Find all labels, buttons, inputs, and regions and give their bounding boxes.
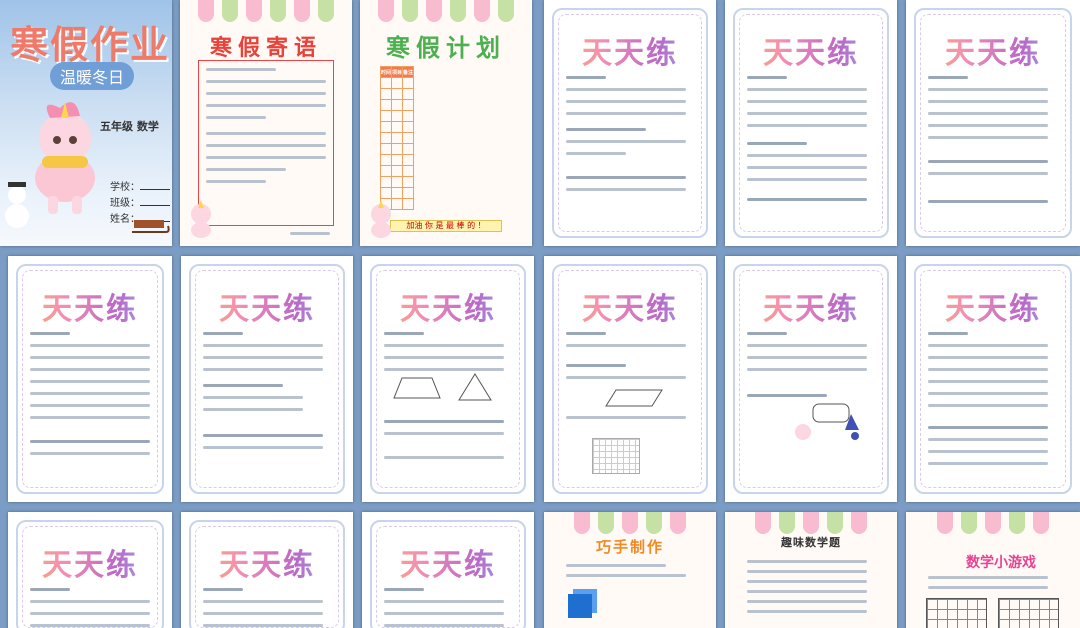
practice-page[interactable]: 天天练 bbox=[181, 256, 353, 502]
school-field: 学校： bbox=[110, 178, 170, 193]
letter-title: 寒假寄语 bbox=[209, 36, 322, 61]
sled-illustration bbox=[132, 220, 170, 233]
practice-page[interactable]: 天天练 bbox=[725, 0, 897, 246]
game-page[interactable]: 数学小游戏 bbox=[906, 512, 1080, 628]
craft-title: 巧手制作 bbox=[595, 538, 664, 556]
grid-figure bbox=[592, 438, 640, 474]
practice-title: 天天练 bbox=[362, 540, 534, 584]
parallelogram-figure bbox=[605, 389, 663, 407]
practice-page[interactable]: 天天练 bbox=[725, 256, 897, 502]
triangle-figure bbox=[458, 373, 492, 401]
plan-page[interactable]: 寒假计划 时间 项目 备注 加油 你 是 最 棒 的 ！ bbox=[360, 0, 532, 246]
cover-title: 寒假作业 bbox=[10, 23, 171, 67]
practice-page[interactable]: 天天练 bbox=[906, 0, 1080, 246]
practice-page[interactable]: 天天练 bbox=[8, 256, 172, 502]
practice-title: 天天练 bbox=[906, 284, 1080, 328]
bunting-decoration bbox=[906, 512, 1080, 536]
letter-page[interactable]: 寒假寄语 bbox=[180, 0, 352, 246]
practice-page[interactable]: 天天练 bbox=[544, 0, 716, 246]
game-title: 数学小游戏 bbox=[966, 555, 1036, 571]
sudoku-grid bbox=[926, 598, 987, 628]
practice-title: 天天练 bbox=[725, 284, 897, 328]
puzzle-page[interactable]: 趣味数学题 bbox=[725, 512, 897, 628]
practice-title: 天天练 bbox=[8, 540, 172, 584]
practice-title: 天天练 bbox=[181, 540, 353, 584]
cube-figure bbox=[568, 594, 592, 618]
snowman-illustration bbox=[5, 182, 29, 228]
cover-subtitle: 温暖冬日 bbox=[50, 62, 135, 90]
sudoku-grid bbox=[998, 598, 1059, 628]
practice-title: 天天练 bbox=[8, 284, 172, 328]
practice-page[interactable]: 天天练 bbox=[8, 512, 172, 628]
cover-page[interactable]: 寒假作业 温暖冬日 五年级 数学 学校： 班级： 姓名： bbox=[0, 0, 172, 246]
practice-title: 天天练 bbox=[544, 284, 716, 328]
trapezoid-figure bbox=[393, 377, 441, 399]
speech-bubble-figure bbox=[795, 403, 859, 440]
plan-footer: 加油 你 是 最 棒 的 ！ bbox=[390, 220, 502, 232]
unicorn-icon bbox=[191, 200, 211, 238]
bunting-decoration bbox=[180, 0, 352, 24]
bunting-decoration bbox=[360, 0, 532, 24]
plan-title: 寒假计划 bbox=[386, 34, 506, 62]
practice-title: 天天练 bbox=[725, 28, 897, 72]
bunting-decoration bbox=[544, 512, 716, 536]
practice-title: 天天练 bbox=[544, 28, 716, 72]
practice-page[interactable]: 天天练 bbox=[544, 256, 716, 502]
practice-page[interactable]: 天天练 bbox=[362, 256, 534, 502]
unicorn-illustration bbox=[35, 102, 95, 214]
practice-page[interactable]: 天天练 bbox=[362, 512, 534, 628]
practice-title: 天天练 bbox=[362, 284, 534, 328]
practice-page[interactable]: 天天练 bbox=[181, 512, 353, 628]
practice-title: 天天练 bbox=[906, 28, 1080, 72]
unicorn-icon bbox=[371, 200, 391, 238]
letter-body bbox=[198, 60, 334, 226]
plan-table: 时间 项目 备注 bbox=[379, 66, 415, 210]
puzzle-title: 趣味数学题 bbox=[781, 536, 841, 549]
practice-page[interactable]: 天天练 bbox=[906, 256, 1080, 502]
class-field: 班级： bbox=[110, 194, 170, 209]
bunting-decoration bbox=[725, 512, 897, 536]
craft-page[interactable]: 巧手制作 bbox=[544, 512, 716, 628]
practice-title: 天天练 bbox=[181, 284, 353, 328]
